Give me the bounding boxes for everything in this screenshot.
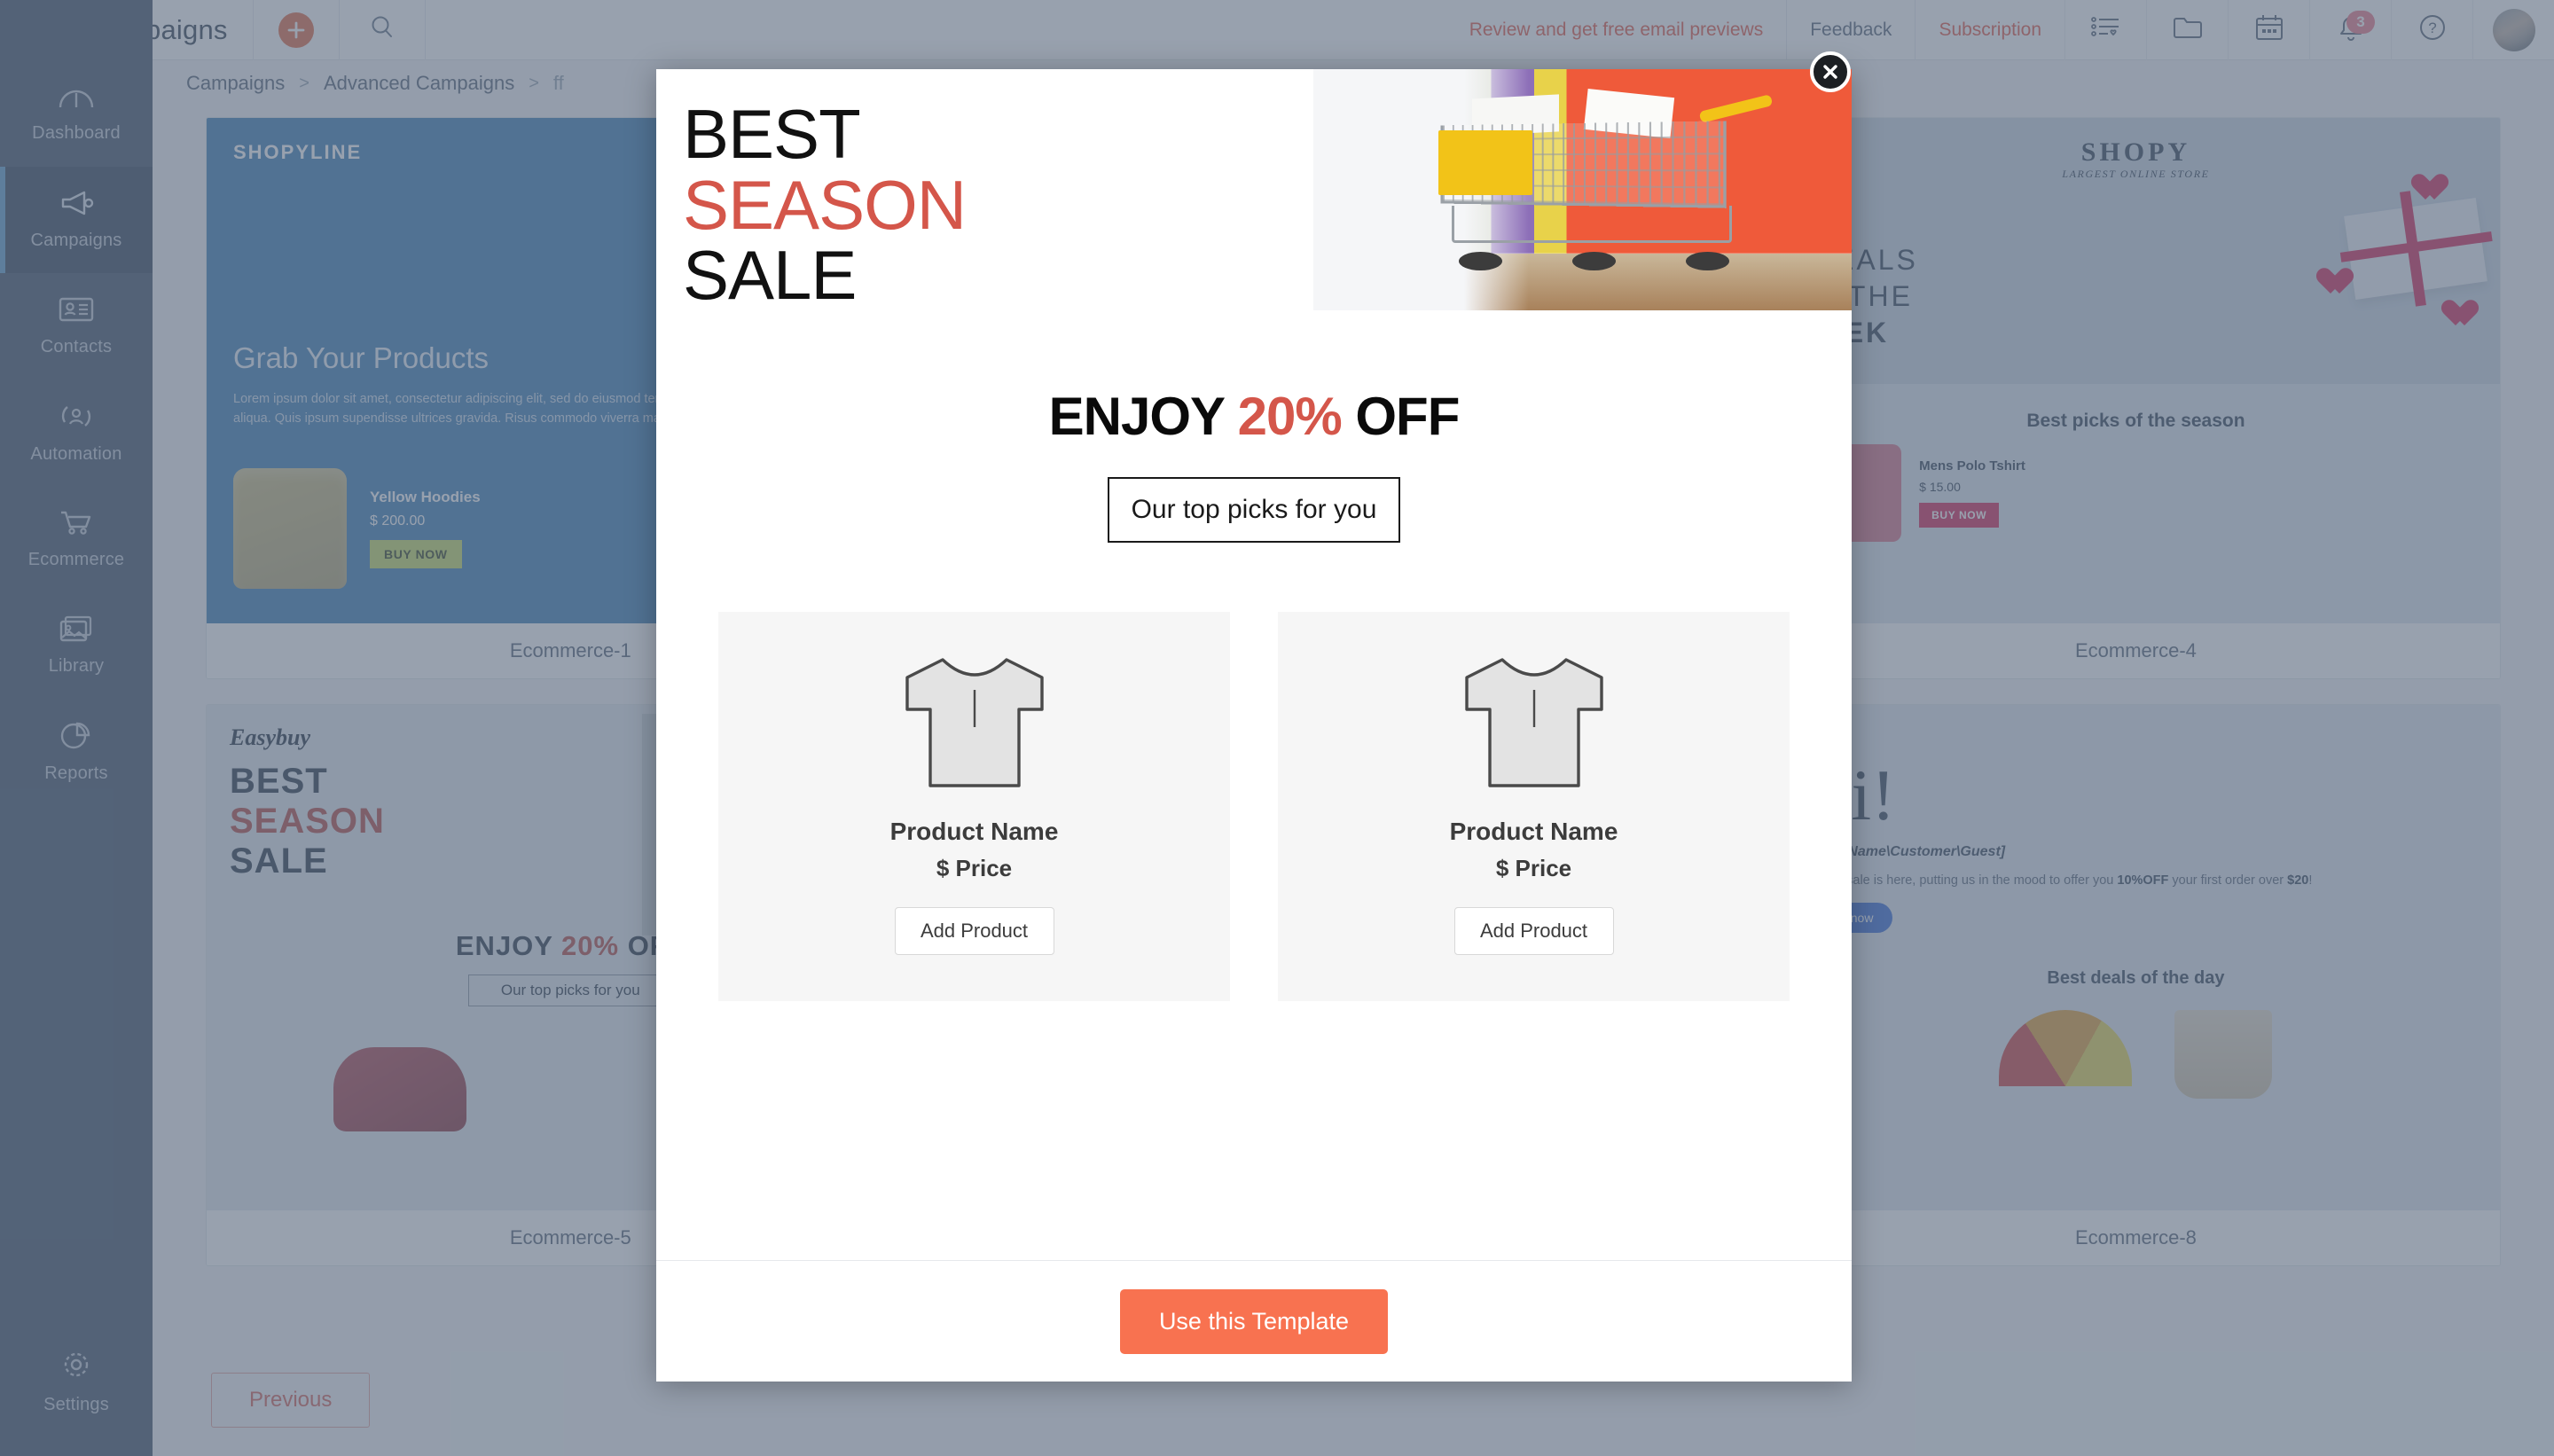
- shopping-cart-photo: [1313, 69, 1852, 310]
- modal-footer: Use this Template: [656, 1260, 1852, 1382]
- preview-picks-label: Our top picks for you: [1108, 476, 1400, 543]
- add-product-button[interactable]: Add Product: [1453, 906, 1614, 955]
- preview-product-card: Product Name $ Price Add Product: [1278, 611, 1790, 1001]
- template-preview-modal: BEST SEASON SALE ENJOY 20% OFF Our top p…: [656, 69, 1852, 1382]
- preview-product-name: Product Name: [1449, 817, 1618, 845]
- preview-product-price: $ Price: [936, 854, 1013, 881]
- preview-offer-text: ENJOY 20% OFF: [1048, 386, 1461, 446]
- preview-hero-heading: BEST SEASON SALE: [683, 95, 1313, 315]
- preview-product-card: Product Name $ Price Add Product: [718, 611, 1230, 1001]
- template-preview-body[interactable]: BEST SEASON SALE ENJOY 20% OFF Our top p…: [656, 69, 1852, 1260]
- hero-line-3: SALE: [683, 236, 857, 315]
- tshirt-placeholder-icon: [905, 657, 1044, 787]
- add-product-button[interactable]: Add Product: [894, 906, 1054, 955]
- preview-product-name: Product Name: [889, 817, 1059, 845]
- use-this-template-button[interactable]: Use this Template: [1119, 1288, 1389, 1354]
- preview-product-price: $ Price: [1495, 854, 1572, 881]
- preview-product-list: Product Name $ Price Add Product Product…: [656, 543, 1852, 1001]
- cart-illustration: [1432, 88, 1773, 271]
- hero-line-2: SEASON: [683, 165, 967, 244]
- close-icon[interactable]: [1810, 51, 1851, 92]
- preview-hero: BEST SEASON SALE: [656, 69, 1852, 311]
- hero-line-1: BEST: [683, 95, 861, 173]
- tshirt-placeholder-icon: [1464, 657, 1603, 787]
